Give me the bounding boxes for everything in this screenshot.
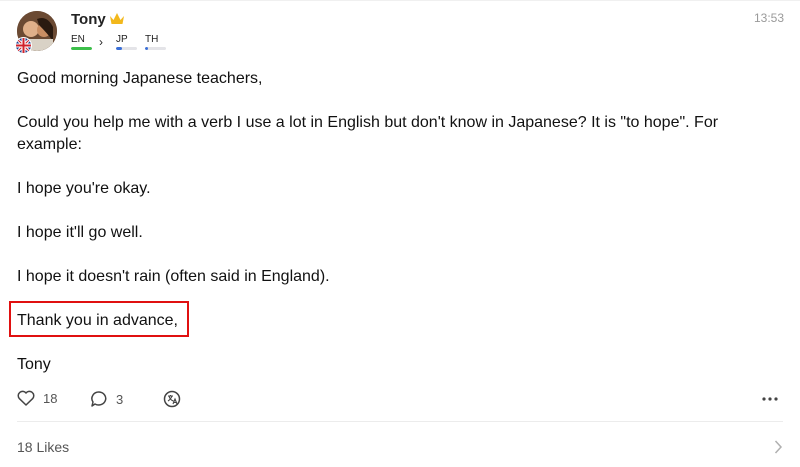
chevron-right-icon[interactable] — [774, 439, 783, 455]
post-paragraph: Could you help me with a verb I use a lo… — [17, 114, 719, 153]
like-button[interactable]: 18 — [17, 390, 57, 406]
author-name[interactable]: Tony — [71, 11, 106, 28]
language-native: EN — [71, 34, 92, 50]
post-paragraph: I hope it doesn't rain (often said in En… — [17, 268, 330, 285]
chevron-right-icon: › — [99, 35, 103, 49]
top-divider — [0, 0, 800, 1]
translate-icon — [163, 390, 181, 408]
uk-flag-icon — [16, 38, 31, 53]
more-horizontal-icon — [762, 397, 778, 401]
comment-count: 3 — [116, 391, 124, 407]
post-timestamp: 13:53 — [753, 11, 784, 25]
language-learning-1: JP — [116, 34, 137, 50]
post-paragraph: Good morning Japanese teachers, — [17, 70, 263, 87]
likes-summary[interactable]: 18 Likes — [17, 439, 69, 455]
like-count: 18 — [43, 390, 58, 406]
post-body: Good morning Japanese teachers, Could yo… — [17, 68, 787, 398]
language-level-bar — [71, 47, 92, 50]
post-actions: 18 3 — [17, 390, 783, 410]
language-code: TH — [145, 34, 159, 45]
crown-icon — [110, 13, 124, 24]
language-code: JP — [116, 34, 128, 45]
post-paragraph: I hope you're okay. — [17, 180, 151, 197]
language-level-bar — [116, 47, 137, 50]
language-learning-2: TH — [145, 34, 166, 50]
highlight-box — [9, 301, 189, 337]
comment-bubble-icon — [91, 391, 107, 407]
post-paragraph: Tony — [17, 356, 51, 373]
comment-button[interactable]: 3 — [90, 390, 123, 408]
section-divider — [17, 421, 783, 422]
language-code: EN — [71, 34, 85, 45]
language-level-bar — [145, 47, 166, 50]
post-paragraph: I hope it'll go well. — [17, 224, 143, 241]
translate-button[interactable] — [163, 390, 189, 408]
heart-icon — [17, 390, 35, 406]
more-options-button[interactable] — [761, 390, 787, 408]
